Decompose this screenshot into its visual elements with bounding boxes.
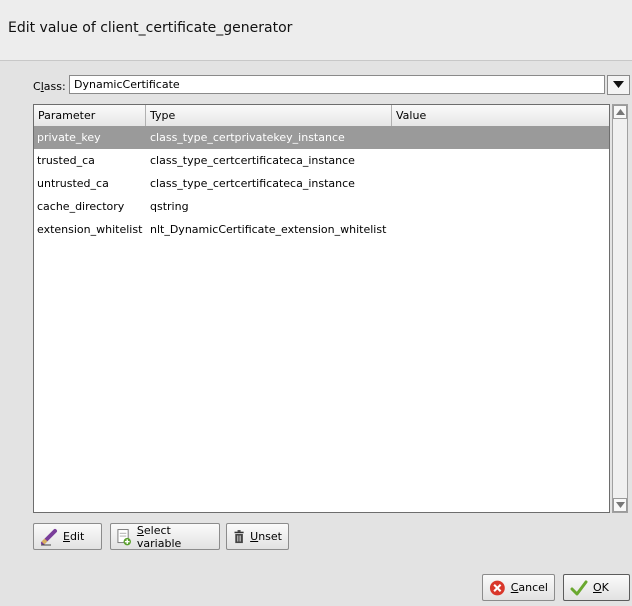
parameters-table[interactable]: Parameter Type Value private_key class_t… — [33, 104, 610, 513]
trash-icon — [234, 529, 244, 543]
class-combobox[interactable]: DynamicCertificate — [69, 75, 605, 94]
column-header-type[interactable]: Type — [146, 105, 392, 126]
cell-type: nlt_DynamicCertificate_extension_whiteli… — [150, 223, 387, 236]
edit-button-label: Edit — [63, 530, 85, 543]
table-row[interactable]: trusted_ca class_type_certcertificateca_… — [34, 150, 609, 172]
ok-button-label: OK — [593, 581, 609, 594]
cancel-button-label: Cancel — [510, 581, 548, 594]
cell-parameter: cache_directory — [37, 200, 125, 213]
unset-button[interactable]: Unset — [226, 523, 289, 550]
class-value: DynamicCertificate — [74, 78, 180, 91]
dialog-title: Edit value of client_certificate_generat… — [8, 20, 293, 36]
variable-icon — [117, 528, 131, 545]
class-dropdown-button[interactable] — [607, 75, 630, 95]
column-header-parameter[interactable]: Parameter — [34, 105, 146, 126]
cancel-icon — [489, 580, 505, 595]
scroll-up-button[interactable] — [613, 105, 627, 119]
dialog-title-bar: Edit value of client_certificate_generat… — [0, 0, 632, 61]
table-header: Parameter Type Value — [34, 105, 609, 127]
cell-parameter: untrusted_ca — [37, 177, 109, 190]
unset-button-label: Unset — [250, 530, 282, 543]
cell-type: qstring — [150, 200, 189, 213]
cell-type: class_type_certcertificateca_instance — [150, 177, 355, 190]
cell-parameter: trusted_ca — [37, 154, 95, 167]
select-variable-button[interactable]: Select variable — [110, 523, 220, 550]
table-row[interactable]: extension_whitelist nlt_DynamicCertifica… — [34, 219, 609, 241]
pencil-icon — [41, 528, 57, 545]
scroll-down-button[interactable] — [613, 498, 627, 512]
cell-parameter: extension_whitelist — [37, 223, 143, 236]
edit-button[interactable]: Edit — [33, 523, 102, 550]
cell-type: class_type_certprivatekey_instance — [150, 131, 345, 144]
column-header-value[interactable]: Value — [392, 105, 609, 126]
select-variable-button-label: Select variable — [136, 523, 182, 550]
table-row[interactable]: cache_directory qstring — [34, 196, 609, 218]
table-row[interactable]: private_key class_type_certprivatekey_in… — [34, 127, 609, 149]
table-row[interactable]: untrusted_ca class_type_certcertificatec… — [34, 173, 609, 195]
chevron-up-icon — [616, 109, 625, 115]
checkmark-icon — [570, 580, 588, 595]
cell-type: class_type_certcertificateca_instance — [150, 154, 355, 167]
chevron-down-icon — [613, 81, 624, 88]
ok-button[interactable]: OK — [563, 574, 630, 601]
chevron-down-icon — [616, 502, 625, 508]
cancel-button[interactable]: Cancel — [482, 574, 555, 601]
class-label: Class: — [33, 80, 66, 93]
cell-parameter: private_key — [37, 131, 101, 144]
table-vertical-scrollbar[interactable] — [612, 104, 628, 513]
